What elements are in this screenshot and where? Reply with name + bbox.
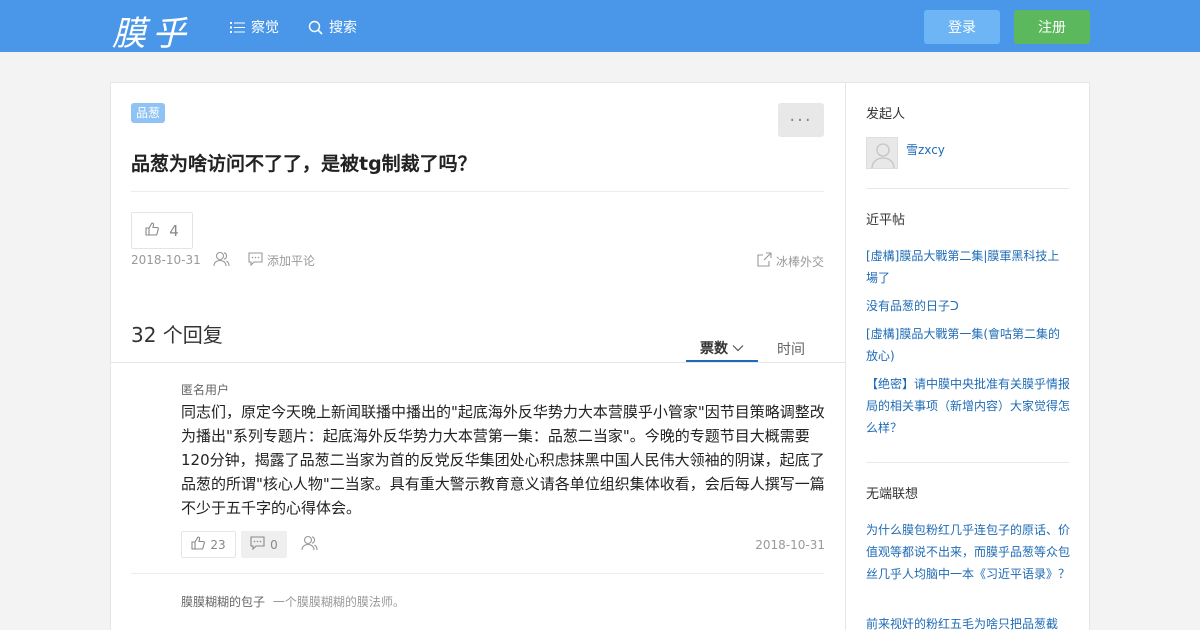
related-heading: 无端联想 <box>866 487 919 502</box>
divider <box>131 191 824 192</box>
nav-search-label: 搜索 <box>329 20 357 36</box>
divider <box>866 462 1069 463</box>
share-label: 冰棒外交 <box>775 254 824 269</box>
answer-comment-count: 0 <box>270 537 278 552</box>
share-icon <box>757 252 772 270</box>
tabs-divider <box>111 362 845 363</box>
recent-posts-heading: 近平帖 <box>866 213 906 228</box>
question-meta: 2018-10-31 添加平论 冰棒外交 <box>131 251 824 271</box>
starter-heading: 发起人 <box>866 107 906 122</box>
answer-author: 匿名用户 <box>181 383 230 397</box>
list-icon <box>230 21 245 34</box>
answer-author[interactable]: 膜膜糊糊的包子 <box>181 595 265 609</box>
search-icon <box>308 20 323 35</box>
recent-post-link[interactable]: 【绝密】请中膜中央批准有关膜乎情报局的相关事项（新增内容）大家觉得怎么样？ <box>866 373 1071 439</box>
top-navbar: 膜乎 察觉 搜索 登录 注册 <box>0 0 1200 55</box>
related-post-link[interactable]: 前来视奸的粉红五毛为啥只把品葱截 <box>866 613 1071 630</box>
add-comment-label: 添加平论 <box>267 254 316 268</box>
answer-author-signature: 一个膜膜糊糊的膜法师。 <box>272 595 405 609</box>
tab-sort-time[interactable]: 时间 <box>766 336 816 362</box>
recent-post-link[interactable]: 没有品葱的日子ᑐ <box>866 295 1071 317</box>
recent-post-link[interactable]: [虛構]膜品大戰第一集(會咕第二集的放心) <box>866 323 1071 367</box>
add-comment-link[interactable]: 添加平论 <box>248 252 315 269</box>
divider <box>131 573 824 574</box>
question-title: 品葱为啥访问不了了，是被tg制裁了吗？ <box>131 153 477 175</box>
answer-upvote-button[interactable]: 23 <box>181 531 236 558</box>
comment-icon <box>248 252 263 269</box>
nav-discover-label: 察觉 <box>251 20 279 36</box>
answer-vote-count: 23 <box>210 537 226 552</box>
question-upvote-button[interactable]: 4 <box>131 212 193 249</box>
question-vote-count: 4 <box>169 221 179 240</box>
question-date: 2018-10-31 <box>131 253 201 267</box>
site-logo[interactable]: 膜乎 <box>112 6 192 55</box>
answer-author-line: 膜膜糊糊的包子 一个膜膜糊糊的膜法师。 <box>181 593 405 610</box>
login-button[interactable]: 登录 <box>924 10 1000 44</box>
thumbs-up-icon <box>191 536 206 553</box>
users-icon[interactable] <box>213 251 230 270</box>
tab-sort-votes-label: 票数 <box>700 341 728 357</box>
nav-search[interactable]: 搜索 <box>308 16 357 38</box>
nav-discover[interactable]: 察觉 <box>230 16 279 38</box>
chevron-down-icon <box>732 340 744 356</box>
register-button[interactable]: 注册 <box>1014 10 1090 44</box>
recent-post-link[interactable]: [虛構]膜品大戰第二集|膜軍黑科技上場了 <box>866 245 1071 289</box>
tab-sort-time-label: 时间 <box>777 342 805 358</box>
sidebar: 发起人 雪zxcy 近平帖 [虛構]膜品大戰第二集|膜軍黑科技上場了 没有品葱的… <box>845 82 1090 630</box>
topic-tag[interactable]: 品葱 <box>131 103 166 123</box>
reply-count: 32 个回复 <box>131 323 223 347</box>
answer-body: 同志们，原定今天晚上新闻联播中播出的"起底海外反华势力大本营膜乎小管家"因节目策… <box>181 403 825 517</box>
answer-date: 2018-10-31 <box>755 538 825 552</box>
share-link[interactable]: 冰棒外交 <box>757 252 824 270</box>
more-options-button[interactable]: ··· <box>778 103 824 137</box>
comment-icon <box>250 536 265 553</box>
related-post-link[interactable]: 为什么膜包粉红几乎连包子的原话、价值观等都说不出来，而膜乎品葱等众包丝几乎人均脑… <box>866 519 1071 585</box>
divider <box>866 188 1069 189</box>
avatar[interactable] <box>866 137 898 169</box>
question-main-panel: 品葱 ··· 品葱为啥访问不了了，是被tg制裁了吗？ 4 2018-10-31 … <box>110 82 845 630</box>
users-icon[interactable] <box>301 535 318 555</box>
tab-sort-votes[interactable]: 票数 <box>686 336 758 362</box>
answer-comments-button[interactable]: 0 <box>241 531 287 558</box>
thumbs-up-icon <box>145 221 160 240</box>
starter-name-link[interactable]: 雪zxcy <box>906 141 945 158</box>
